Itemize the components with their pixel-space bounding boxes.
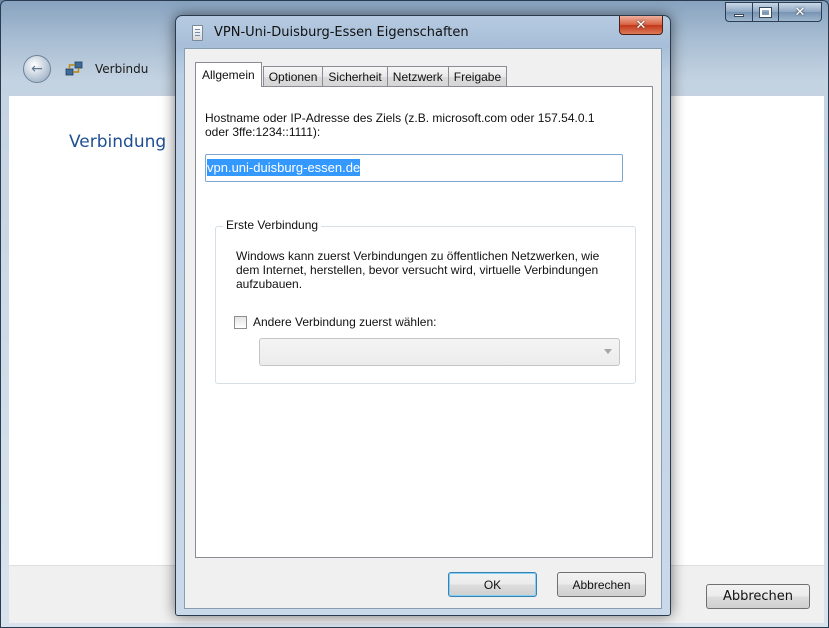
dialog-close-button[interactable]: ✕ <box>619 16 663 35</box>
window-close-button[interactable]: ✕ <box>778 2 822 22</box>
group-description: Windows kann zuerst Verbindungen zu öffe… <box>236 249 600 291</box>
chevron-down-icon <box>604 349 612 354</box>
properties-dialog: VPN-Uni-Duisburg-Essen Eigenschaften ✕ A… <box>175 15 671 616</box>
minimize-icon <box>734 14 744 17</box>
nav-title: Verbindu <box>95 62 149 76</box>
document-icon <box>192 25 203 41</box>
back-button[interactable]: ← <box>23 55 51 83</box>
dialog-titlebar[interactable]: VPN-Uni-Duisburg-Essen Eigenschaften ✕ <box>176 16 670 48</box>
background-cancel-button[interactable]: Abbrechen <box>706 584 810 609</box>
ok-button[interactable]: OK <box>448 572 537 597</box>
dialog-title: VPN-Uni-Duisburg-Essen Eigenschaften <box>214 25 469 40</box>
tab-freigabe[interactable]: Freigabe <box>447 66 508 87</box>
first-connection-group: Erste Verbindung Windows kann zuerst Ver… <box>215 218 636 384</box>
network-connection-icon <box>65 61 83 76</box>
page-heading: Verbindung <box>69 132 167 152</box>
connection-select[interactable] <box>259 338 620 366</box>
group-legend: Erste Verbindung <box>223 218 322 232</box>
tab-allgemein[interactable]: Allgemein <box>195 62 262 87</box>
cancel-button[interactable]: Abbrechen <box>557 572 646 597</box>
tab-netzwerk[interactable]: Netzwerk <box>386 66 449 87</box>
tab-optionen[interactable]: Optionen <box>262 66 324 87</box>
close-icon: ✕ <box>635 17 647 33</box>
window-controls: ✕ <box>725 2 822 22</box>
dialog-body: Allgemein Optionen Sicherheit Netzwerk F… <box>184 48 662 609</box>
close-icon: ✕ <box>794 4 806 20</box>
tab-strip: Allgemein Optionen Sicherheit Netzwerk F… <box>195 62 508 87</box>
minimize-button[interactable] <box>725 2 752 22</box>
tab-sicherheit[interactable]: Sicherheit <box>322 66 388 87</box>
back-arrow-icon: ← <box>31 61 43 77</box>
maximize-icon <box>759 6 772 18</box>
maximize-button[interactable] <box>752 2 778 22</box>
hostname-value: vpn.uni-duisburg-essen.de <box>207 159 361 176</box>
other-connection-checkbox[interactable] <box>234 316 247 329</box>
hostname-label: Hostname oder IP-Adresse des Ziels (z.B.… <box>205 111 595 139</box>
hostname-input[interactable]: vpn.uni-duisburg-essen.de <box>205 154 623 182</box>
other-connection-label[interactable]: Andere Verbindung zuerst wählen: <box>253 315 436 329</box>
